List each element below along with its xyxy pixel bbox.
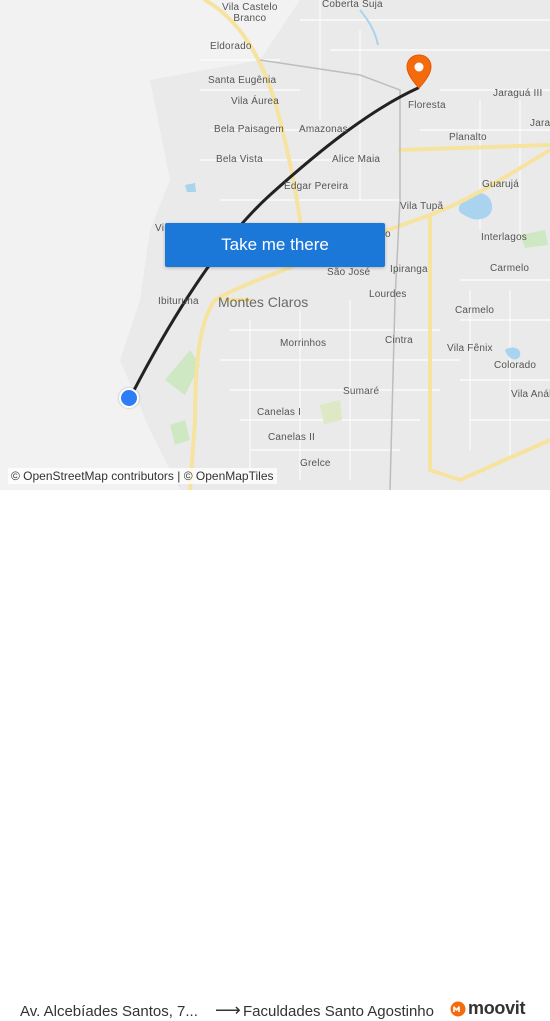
map-label-sumare: Sumaré [343,386,380,397]
map-label-santa-eugenia: Santa Eugênia [208,75,277,86]
map-label-amazonas: Amazonas [299,124,348,135]
arrow-right-icon: ⟶ [215,1000,241,1020]
map-label-cintra: Cintra [385,335,413,346]
map-label-ipiranga: Ipiranga [390,264,428,275]
map-label-lourdes: Lourdes [369,289,407,300]
map-label-sao-jose: São José [327,267,371,278]
map-label-colorado: Colorado [494,360,537,371]
map-label-bela-vista: Bela Vista [216,154,263,165]
osm-attribution-link[interactable]: © OpenStreetMap contributors [11,469,174,483]
map-label-vila-aurea: Vila Áurea [231,96,279,107]
map-label-planalto: Planalto [449,132,487,143]
map-label-vila-analia: Vila Análi [511,389,550,400]
map-label-jara: Jara [530,118,550,129]
map-label-montes-claros: Montes Claros [218,294,309,310]
take-me-there-button[interactable]: Take me there [165,223,385,267]
map-label-vila-tupa: Vila Tupã [400,201,444,212]
destination-name: Faculdades Santo Agostinho [243,1003,434,1020]
origin-stop-name: Av. Alcebíades Santos, 7... [20,1003,198,1020]
attribution-separator: | [177,469,181,483]
openmaptiles-attribution-link[interactable]: © OpenMapTiles [184,469,274,483]
map-label-vila-castelo-branco: Vila Castelo Branco [222,2,278,24]
map-label-guaruja: Guarujá [482,179,519,190]
map-label-coberta-suja: Coberta Suja [322,0,383,10]
map[interactable]: Vila Castelo Branco Coberta Suja Eldorado… [0,0,550,490]
map-label-eldorado: Eldorado [210,41,252,52]
moovit-wordmark: moovit [468,998,526,1018]
map-label-canelas-i: Canelas I [257,407,302,418]
map-label-edgar-pereira: Edgar Pereira [284,181,349,192]
map-label-grelce: Grelce [300,458,331,469]
map-label-interlagos: Interlagos [481,232,527,243]
map-label-morrinhos: Morrinhos [280,338,327,349]
map-label-vi: Vi [155,223,165,234]
map-label-bela-paisagem: Bela Paisagem [214,124,284,135]
map-label-ibituruna: Ibituruna [158,296,199,307]
map-label-carmelo-2: Carmelo [455,305,495,316]
destination-pin-icon[interactable] [406,54,432,90]
origin-marker-icon[interactable] [119,388,139,408]
route-footer: Av. Alcebíades Santos, 7... ⟶ Faculdades… [0,490,550,1020]
moovit-logo-icon [450,1001,466,1016]
moovit-logo[interactable]: moovit [450,998,526,1019]
map-label-jaragua-iii: Jaraguá III [493,88,543,99]
map-label-vila-fenix: Vila Fênix [447,343,493,354]
map-label-alice-maia: Alice Maia [332,154,381,165]
map-label-floresta: Floresta [408,100,446,111]
map-attribution: © OpenStreetMap contributors | © OpenMap… [8,468,277,484]
map-label-carmelo: Carmelo [490,263,530,274]
map-label-canelas-ii: Canelas II [268,432,316,443]
map-label-o: o [385,229,391,240]
